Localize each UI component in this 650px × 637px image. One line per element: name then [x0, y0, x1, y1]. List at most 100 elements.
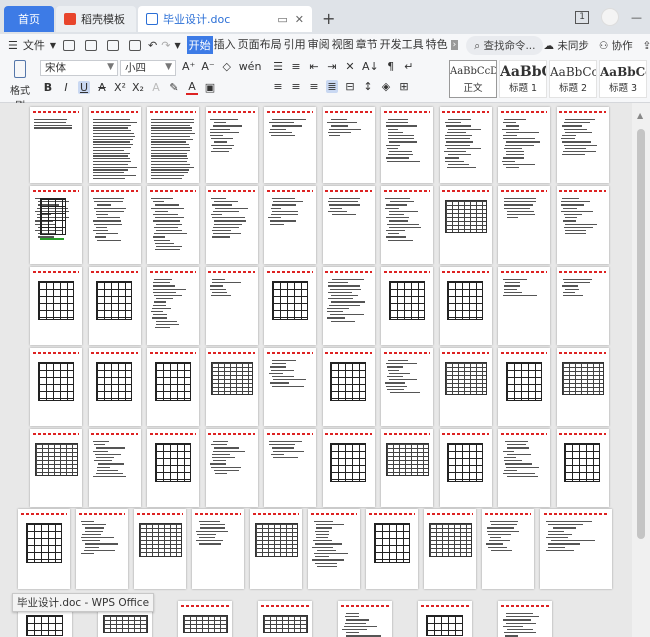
justify-icon[interactable]: ≣ — [326, 80, 338, 93]
page-thumbnail[interactable] — [30, 107, 82, 183]
subscript-icon[interactable]: X₂ — [132, 81, 144, 94]
chinese-layout-icon[interactable]: ✕ — [344, 60, 356, 73]
font-name-select[interactable]: 宋体 ▼ — [40, 60, 118, 76]
bold-icon[interactable]: B — [42, 81, 54, 94]
distributed-icon[interactable]: ⊟ — [344, 80, 356, 93]
ribbon-tab[interactable]: 页面布局 — [237, 36, 283, 54]
page-thumbnail[interactable] — [540, 509, 612, 589]
italic-icon[interactable]: I — [60, 81, 72, 94]
tab-stop-icon[interactable]: ↵ — [403, 60, 415, 73]
page-thumbnail[interactable] — [381, 267, 433, 345]
command-search[interactable]: ⌕ 查找命令... — [466, 35, 544, 55]
vertical-scrollbar[interactable]: ▲ — [632, 103, 650, 637]
page-thumbnail[interactable] — [30, 186, 82, 264]
page-thumbnail[interactable] — [381, 348, 433, 426]
page-thumbnail[interactable] — [76, 509, 128, 589]
align-center-icon[interactable]: ≡ — [290, 80, 302, 93]
style-normal[interactable]: AaBbCcDc 正文 — [449, 60, 497, 98]
font-color-icon[interactable]: A — [186, 80, 198, 95]
style-heading-1[interactable]: AaBbC 标题 1 — [499, 60, 547, 98]
page-thumbnail[interactable] — [147, 348, 199, 426]
page-thumbnail[interactable] — [30, 429, 82, 507]
borders-icon[interactable]: ⊞ — [398, 80, 410, 93]
ribbon-tab[interactable]: 章节 — [355, 36, 379, 54]
page-thumbnail[interactable] — [88, 348, 141, 426]
page-thumbnail[interactable] — [556, 107, 609, 183]
font-grow-icon[interactable]: A⁺ — [182, 60, 195, 73]
tab-document[interactable]: 毕业设计.doc ▭ ✕ — [138, 6, 312, 32]
page-thumbnail[interactable] — [418, 601, 472, 637]
page-thumbnail[interactable] — [498, 429, 550, 507]
menu-file[interactable]: 文件 — [22, 37, 46, 53]
superscript-icon[interactable]: X² — [114, 81, 126, 94]
page-thumbnail[interactable] — [439, 267, 492, 345]
page-thumbnail[interactable] — [322, 107, 375, 183]
page-thumbnail[interactable] — [439, 107, 492, 183]
ribbon-tab[interactable]: 开发工具 — [379, 36, 425, 54]
page-thumbnail[interactable] — [498, 348, 550, 426]
page-thumbnail[interactable] — [424, 509, 476, 589]
font-shrink-icon[interactable]: A⁻ — [201, 60, 214, 73]
close-tab-icon[interactable]: ✕ — [295, 13, 304, 26]
page-thumbnail[interactable] — [381, 107, 433, 183]
page-thumbnail[interactable] — [147, 267, 199, 345]
ribbon-tab[interactable]: 插入 — [213, 36, 237, 54]
page-thumbnail[interactable] — [258, 601, 312, 637]
decrease-indent-icon[interactable]: ⇤ — [308, 60, 320, 73]
print-icon[interactable] — [107, 39, 120, 51]
page-thumbnail[interactable] — [264, 429, 316, 507]
new-tab-button[interactable]: + — [322, 9, 335, 28]
ribbon-tab[interactable]: 引用 — [283, 36, 307, 54]
page-thumbnail[interactable] — [134, 509, 186, 589]
page-thumbnail[interactable] — [18, 509, 70, 589]
page-thumbnail[interactable] — [205, 267, 258, 345]
page-thumbnail[interactable] — [322, 186, 375, 264]
style-heading-3[interactable]: AaBbCcI 标题 3 — [599, 60, 647, 98]
page-thumbnail[interactable] — [366, 509, 418, 589]
page-thumbnail[interactable] — [322, 429, 375, 507]
page-thumbnail[interactable] — [264, 267, 316, 345]
char-border-icon[interactable]: ▣ — [204, 81, 216, 94]
page-thumbnail[interactable] — [178, 601, 232, 637]
text-effect-icon[interactable]: A — [150, 81, 162, 94]
scrollbar-thumb[interactable] — [637, 129, 645, 539]
page-thumbnail[interactable] — [30, 348, 82, 426]
page-thumbnail[interactable] — [264, 107, 316, 183]
page-thumbnail[interactable] — [381, 186, 433, 264]
page-thumbnail[interactable] — [88, 186, 141, 264]
save-icon[interactable] — [63, 39, 76, 51]
line-spacing-icon[interactable]: ↕ — [362, 80, 374, 93]
page-thumbnail[interactable] — [88, 267, 141, 345]
strikethrough-icon[interactable]: A — [96, 81, 108, 94]
page-thumbnail[interactable] — [205, 186, 258, 264]
ribbon-tab[interactable]: 审阅 — [307, 36, 331, 54]
page-thumbnail[interactable] — [381, 429, 433, 507]
window-count-badge[interactable]: 1 — [575, 10, 589, 24]
page-thumbnail[interactable] — [147, 107, 199, 183]
document-canvas[interactable] — [0, 103, 632, 637]
shading-icon[interactable]: ◈ — [380, 80, 392, 93]
tab-templates[interactable]: 稻壳模板 — [56, 6, 136, 32]
page-thumbnail[interactable] — [338, 601, 392, 637]
underline-icon[interactable]: U — [78, 81, 90, 94]
sync-status-button[interactable]: ☁ 未同步 — [543, 38, 588, 53]
page-thumbnail[interactable] — [556, 348, 609, 426]
page-thumbnail[interactable] — [147, 186, 199, 264]
export-pdf-icon[interactable] — [85, 39, 98, 51]
bullet-list-icon[interactable]: ☰ — [272, 60, 284, 73]
share-button[interactable]: ⇪ 分享 — [643, 38, 650, 53]
clear-format-icon[interactable]: ◇ — [221, 60, 233, 73]
page-thumbnail[interactable] — [88, 107, 141, 183]
page-thumbnail[interactable] — [556, 429, 609, 507]
pin-icon[interactable]: ▭ — [277, 13, 287, 26]
align-left-icon[interactable]: ≡ — [272, 80, 284, 93]
page-thumbnail[interactable] — [556, 186, 609, 264]
page-thumbnail[interactable] — [250, 509, 302, 589]
align-right-icon[interactable]: ≡ — [308, 80, 320, 93]
print-preview-icon[interactable] — [129, 39, 142, 51]
ribbon-tab[interactable]: 视图 — [331, 36, 355, 54]
highlight-icon[interactable]: ✎ — [168, 81, 180, 94]
page-thumbnail[interactable] — [264, 186, 316, 264]
show-marks-icon[interactable]: ¶ — [385, 60, 397, 73]
tab-home[interactable]: 首页 — [4, 6, 54, 32]
